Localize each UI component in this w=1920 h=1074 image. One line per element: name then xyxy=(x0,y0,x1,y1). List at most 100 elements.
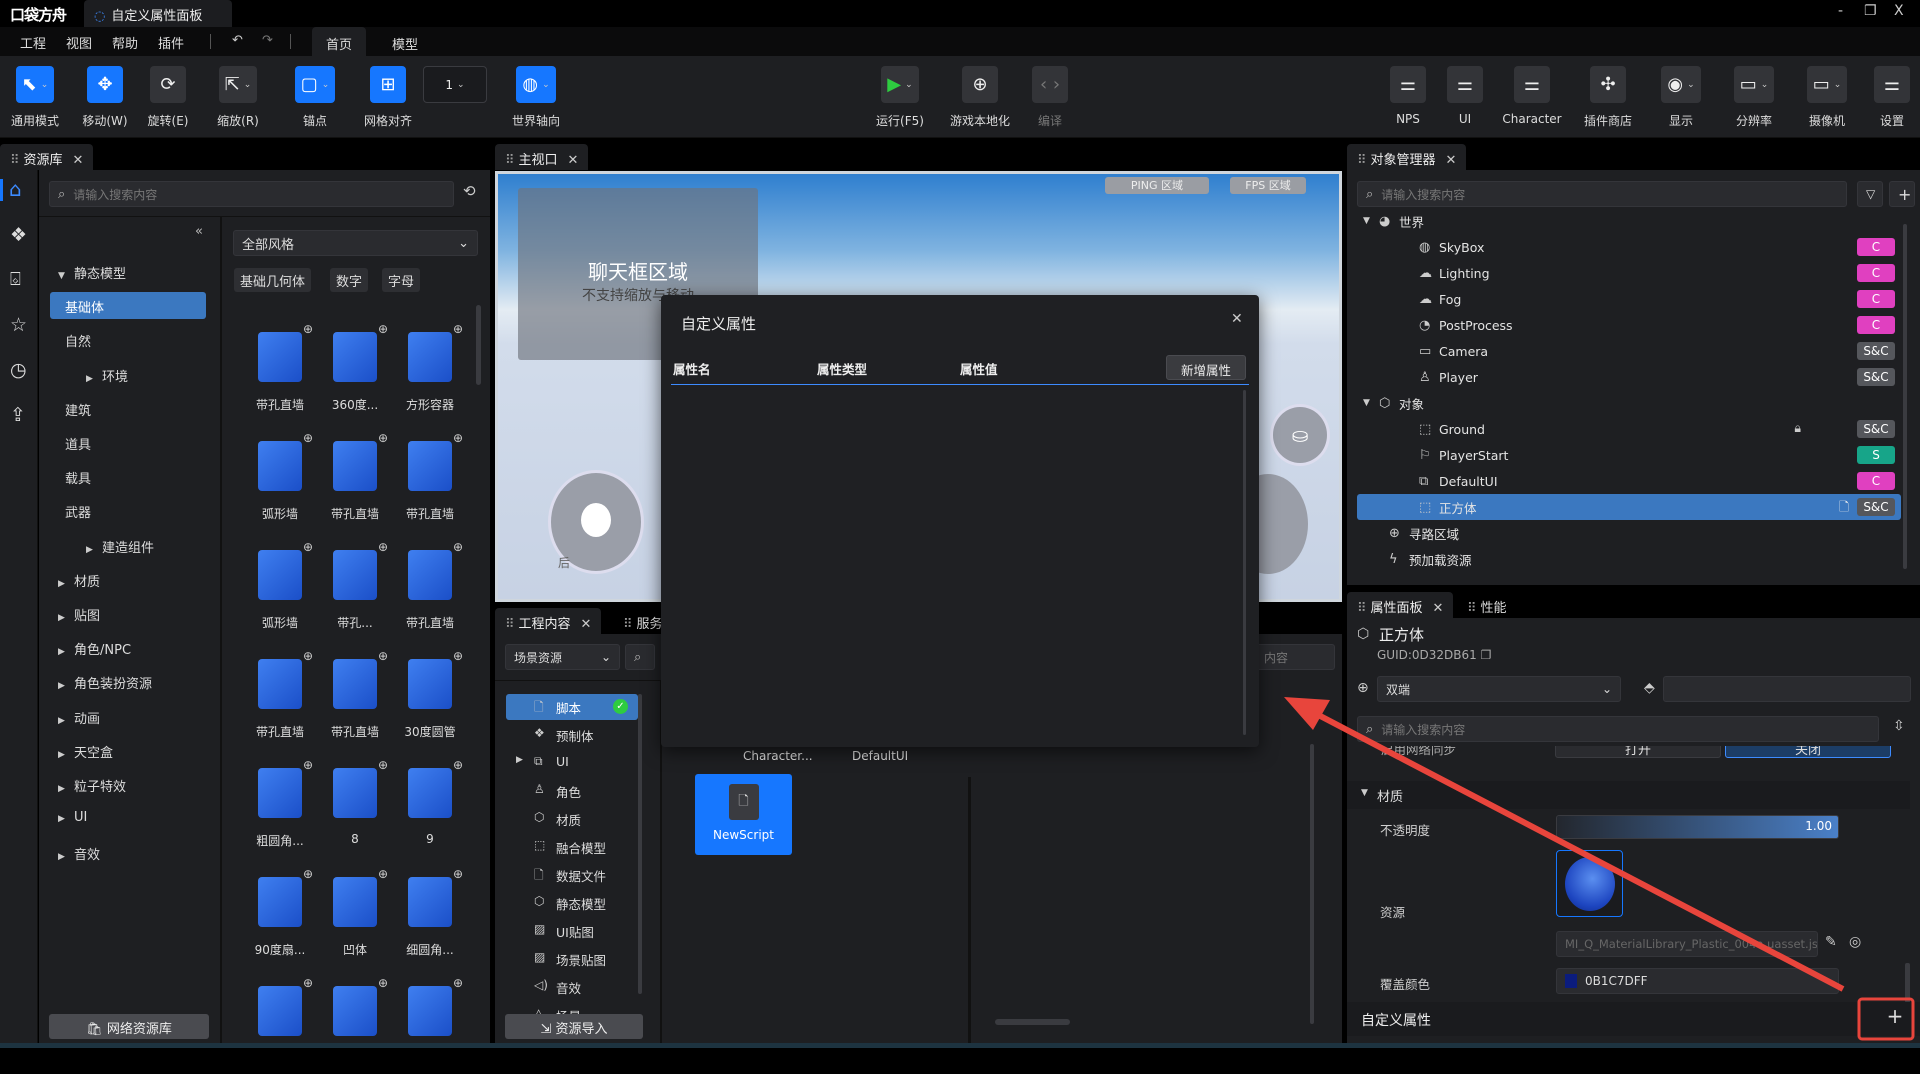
drag-handle-icon[interactable]: ⠿ xyxy=(10,153,19,168)
tab-home[interactable]: 首页 xyxy=(312,27,367,56)
project-category-静态模型[interactable]: ⬡ 静态模型 xyxy=(506,890,638,916)
anchor-tool[interactable]: ▢ ⌄ 锚点 xyxy=(280,66,350,129)
project-category-材质[interactable]: ⬡ 材质 xyxy=(506,806,638,832)
globe-tool[interactable]: ⊕ 游戏本地化 xyxy=(945,66,1015,129)
document-tab[interactable]: ◌ 自定义属性面板 xyxy=(84,0,232,27)
object-row-SkyBox[interactable]: ◍ SkyBox C xyxy=(1357,234,1901,260)
rotate-tool[interactable]: ⟳ 旋转(E) xyxy=(133,66,203,129)
asset-item[interactable]: ⊕ 带孔直墙 xyxy=(395,538,465,638)
project-search-input[interactable]: 内容 xyxy=(1255,644,1335,670)
world-axis-tool[interactable]: ◍ ⌄ 世界轴向 xyxy=(501,66,571,129)
close-window-button[interactable]: X xyxy=(1894,3,1904,19)
asset-item[interactable]: ⊕ 弧形墙 xyxy=(245,429,315,529)
asset-item[interactable]: ⊕ 8 xyxy=(320,756,390,856)
expand-icon[interactable]: ▶ xyxy=(58,784,74,794)
clock-icon[interactable]: ◷ xyxy=(10,359,27,381)
asset-item[interactable]: ⊕ 9 xyxy=(395,756,465,856)
expand-icon[interactable]: ▶ xyxy=(58,750,74,760)
category-音效[interactable]: ▶ 音效 xyxy=(50,839,206,866)
tool-button[interactable]: ▢ ⌄ xyxy=(294,66,336,103)
category-载具[interactable]: 载具 xyxy=(50,463,206,490)
net-mode-select[interactable]: 双端 ⌄ xyxy=(1377,676,1621,702)
zoom-in-icon[interactable]: ⊕ xyxy=(303,431,313,445)
restore-button[interactable]: ❐ xyxy=(1864,3,1877,19)
object-row-PostProcess[interactable]: ◔ PostProcess C xyxy=(1357,312,1901,338)
move-tool[interactable]: ✥ 移动(W) xyxy=(70,66,140,129)
category-基础体[interactable]: 基础体 xyxy=(50,292,206,320)
tool-button[interactable]: ⟳ xyxy=(150,66,186,103)
project-list-scrollbar[interactable] xyxy=(638,694,642,994)
drag-handle-icon[interactable]: ⠿ xyxy=(505,617,514,632)
dialog-close-icon[interactable]: ✕ xyxy=(1231,311,1243,327)
project-category-UI[interactable]: ▶ ⧉ UI xyxy=(506,750,638,776)
zoom-in-icon[interactable]: ⊕ xyxy=(453,431,463,445)
drag-handle-icon[interactable]: ⠿ xyxy=(1357,601,1366,616)
zoom-in-icon[interactable]: ⊕ xyxy=(453,322,463,336)
object-row-PlayerStart[interactable]: ⚐ PlayerStart S xyxy=(1357,442,1901,468)
object-row-Ground[interactable]: ⬚ Ground 🔒︎ S&C xyxy=(1357,416,1901,442)
material-section-header[interactable]: ▼ 材质 xyxy=(1347,781,1910,809)
resource-path-field[interactable]: MI_Q_MaterialLibrary_Plastic_004a.uasset… xyxy=(1556,931,1818,957)
expand-icon[interactable]: ▶ xyxy=(58,613,74,623)
material-thumbnail[interactable] xyxy=(1556,850,1623,917)
eye-tool[interactable]: ◉ ⌄ 显示 xyxy=(1646,66,1716,129)
object-row-Lighting[interactable]: ☁ Lighting C xyxy=(1357,260,1901,286)
category-建造组件[interactable]: ▶ 建造组件 xyxy=(50,532,206,559)
zoom-in-icon[interactable]: ⊕ xyxy=(453,649,463,663)
expand-icon[interactable]: ▼ xyxy=(58,271,74,281)
asset-item[interactable]: ⊕ 30度圆管 xyxy=(395,647,465,747)
project-category-音效[interactable]: ◁) 音效 xyxy=(506,974,638,1000)
zoom-in-icon[interactable]: ⊕ xyxy=(303,649,313,663)
asset-item[interactable]: ⊕ 粗圆角... xyxy=(245,756,315,856)
zoom-in-icon[interactable]: ⊕ xyxy=(378,322,388,336)
close-icon[interactable]: ✕ xyxy=(73,153,84,168)
asset-item[interactable]: ⊕ xyxy=(320,974,390,1074)
asset-item[interactable]: ⊕ 带孔... xyxy=(320,538,390,638)
category-动画[interactable]: ▶ 动画 xyxy=(50,703,206,730)
zoom-in-icon[interactable]: ⊕ xyxy=(378,431,388,445)
category-建筑[interactable]: 建筑 xyxy=(50,395,206,422)
zoom-in-icon[interactable]: ⊕ xyxy=(378,649,388,663)
zoom-in-icon[interactable]: ⊕ xyxy=(378,758,388,772)
zoom-in-icon[interactable]: ⊕ xyxy=(378,867,388,881)
add-property-button[interactable]: 新增属性 xyxy=(1166,355,1246,380)
project-category-UI贴图[interactable]: ▨ UI贴图 xyxy=(506,918,638,944)
object-tree-scrollbar[interactable] xyxy=(1903,224,1907,569)
object-row-对象[interactable]: ▼ ⬡ 对象 xyxy=(1357,390,1901,416)
lock-icon[interactable]: 🔒︎ xyxy=(1794,420,1801,436)
asset-item[interactable]: ⊕ 带孔直墙 xyxy=(320,647,390,747)
asset-item[interactable]: ⊕ xyxy=(245,974,315,1074)
tab-object-manager[interactable]: ⠿ 对象管理器 ✕ xyxy=(1347,144,1467,170)
tag-input[interactable] xyxy=(1663,676,1911,702)
category-角色/NPC[interactable]: ▶ 角色/NPC xyxy=(50,634,206,661)
scale-tool[interactable]: ⇱ ⌄ 缩放(R) xyxy=(203,66,273,129)
asset-item[interactable]: ⊕ 弧形墙 xyxy=(245,538,315,638)
prone-button[interactable]: ⛀ xyxy=(1270,404,1330,466)
tool-button[interactable]: ⊕ xyxy=(962,66,998,103)
prefab-icon[interactable]: ❖ xyxy=(10,224,27,246)
object-row-Player[interactable]: ♙ Player S&C xyxy=(1357,364,1901,390)
menu-help[interactable]: 帮助 xyxy=(112,33,138,52)
opacity-slider[interactable]: 1.00 xyxy=(1556,815,1839,839)
tool-button[interactable]: ⚌ xyxy=(1874,66,1910,103)
zoom-in-icon[interactable]: ⊕ xyxy=(303,976,313,990)
properties-scrollbar[interactable] xyxy=(1905,963,1910,1003)
object-search-input[interactable]: ⌕ 请输入搜索内容 xyxy=(1357,181,1847,207)
add-custom-property-button[interactable]: + xyxy=(1878,1004,1912,1034)
project-category-脚本[interactable]: 🗋 脚本 ✓ xyxy=(506,694,638,720)
expand-icon[interactable]: ▶ xyxy=(86,545,102,555)
pointer-tool[interactable]: ⬉ ⌄ 通用模式 xyxy=(0,66,70,129)
project-category-场景贴图[interactable]: ▨ 场景贴图 xyxy=(506,946,638,972)
edit-icon[interactable]: ✎ xyxy=(1825,934,1837,950)
object-row-寻路区域[interactable]: ⊕ 寻路区域 xyxy=(1357,520,1901,546)
tool-button[interactable]: ⊞ xyxy=(370,66,406,103)
asset-search-input[interactable]: ⌕ 请输入搜索内容 xyxy=(49,181,454,207)
object-row-世界[interactable]: ▼ ◕ 世界 xyxy=(1357,208,1901,234)
project-category-数据文件[interactable]: 🗋 数据文件 xyxy=(506,862,638,888)
asset-item[interactable]: ⊕ 带孔直墙 xyxy=(245,647,315,747)
tab-properties[interactable]: ⠿ 属性面板 ✕ xyxy=(1347,592,1454,618)
color-swatch[interactable] xyxy=(1565,974,1577,988)
expand-icon[interactable]: ▶ xyxy=(58,579,74,589)
property-search-input[interactable]: ⌕ 请输入搜索内容 xyxy=(1357,716,1879,742)
expand-icon[interactable]: ▶ xyxy=(58,852,74,862)
